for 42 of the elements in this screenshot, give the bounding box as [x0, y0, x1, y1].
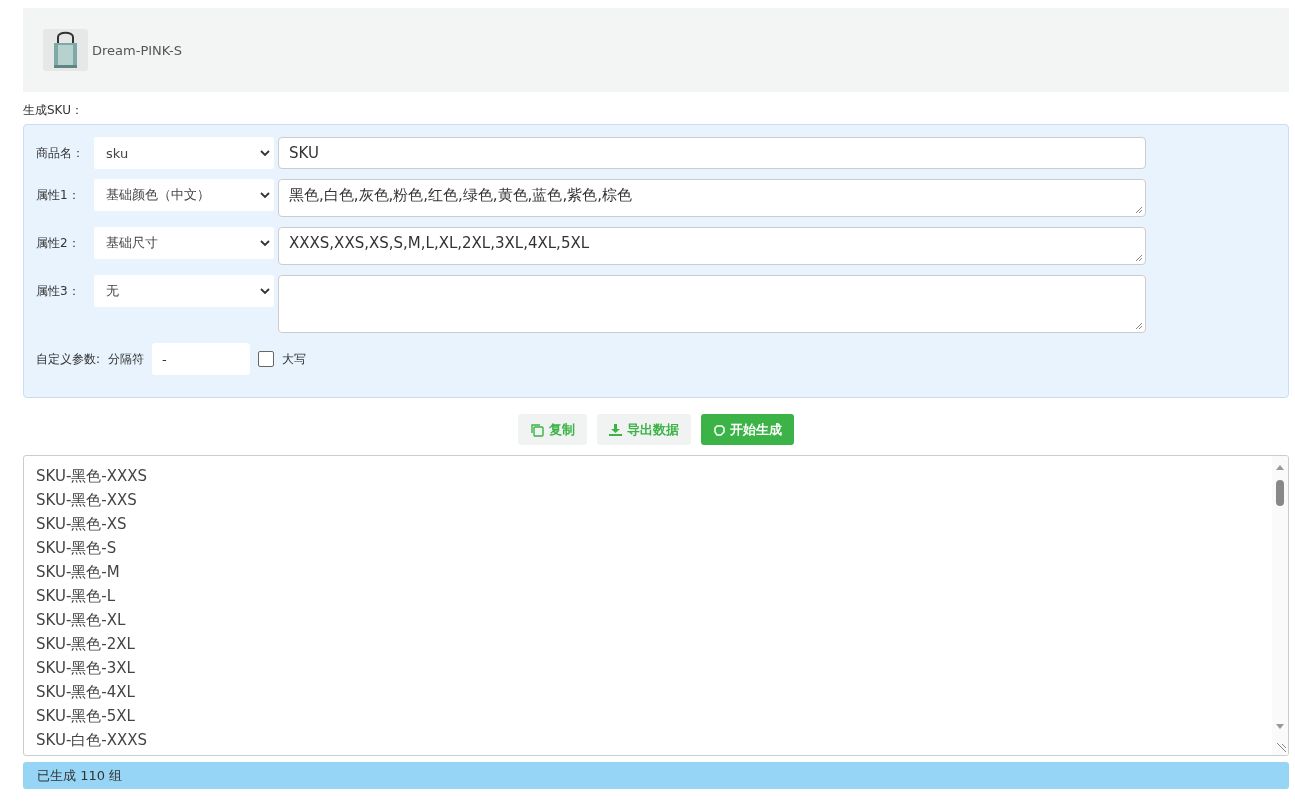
output-line: SKU-黑色-XL [36, 610, 127, 631]
output-line: SKU-黑色-S [36, 538, 118, 559]
select-field[interactable]: 无 [94, 275, 274, 307]
product-name: Dream-PINK-S [92, 42, 182, 58]
output-line: SKU-黑色-4XL [36, 682, 136, 703]
resize-grip-icon [1135, 322, 1143, 330]
textarea-field[interactable] [278, 275, 1146, 333]
select-field[interactable]: sku [94, 137, 274, 169]
output-line: SKU-黑色-M [36, 562, 121, 583]
checkbox-label: 大写 [282, 350, 307, 368]
select-field[interactable]: 基础颜色（中文） [94, 179, 274, 211]
select-field[interactable]: 基础尺寸 [94, 227, 274, 259]
output-line: SKU-黑色-XXXS [36, 466, 149, 487]
output-line: SKU-黑色-3XL [36, 658, 136, 679]
chevron-down-icon [260, 191, 270, 199]
status-bar: 已生成 110 组 [23, 762, 1289, 789]
chevron-down-icon [260, 287, 270, 295]
field-label: 属性1： [36, 187, 81, 204]
section-label: 生成SKU： [23, 102, 84, 119]
download-icon [609, 423, 622, 436]
textarea-field[interactable]: 黑色,白色,灰色,粉色,红色,绿色,黄色,蓝色,紫色,棕色 [278, 179, 1146, 217]
output-line: SKU-黑色-XS [36, 514, 128, 535]
input-field[interactable]: SKU [278, 137, 1146, 169]
separator-field[interactable]: - [152, 343, 251, 375]
checkbox[interactable] [258, 351, 275, 367]
output-textarea[interactable]: SKU-黑色-XXXS SKU-黑色-XXS SKU-黑色-XS SKU-黑色-S SKU-黑色-M SKU-黑色-L SKU-黑色-XL SKU-黑色-2XL SKU-黑色-3XL SKU-黑色-4XL SKU-黑色-5XL SKU-白色-XXXS [23, 455, 1289, 756]
output-line: SKU-黑色-5XL [36, 706, 136, 727]
field-label: 属性2： [36, 235, 81, 252]
output-line: SKU-黑色-XXS [36, 490, 138, 511]
field-label: 分隔符 [108, 350, 145, 368]
copy-icon [530, 422, 544, 437]
field-label: 属性3： [36, 283, 81, 300]
output-line: SKU-黑色-L [36, 586, 117, 607]
output-line: SKU-黑色-2XL [36, 634, 136, 655]
chevron-down-icon [260, 239, 270, 247]
field-label: 自定义参数: [36, 350, 101, 368]
output-line: SKU-白色-XXXS [36, 730, 149, 751]
chevron-down-icon [260, 149, 270, 157]
textarea-field[interactable]: XXXS,XXS,XS,S,M,L,XL,2XL,3XL,4XL,5XL [278, 227, 1146, 265]
resize-grip-icon [1135, 254, 1143, 262]
resize-grip-icon [1135, 206, 1143, 214]
field-label: 商品名： [36, 145, 85, 162]
